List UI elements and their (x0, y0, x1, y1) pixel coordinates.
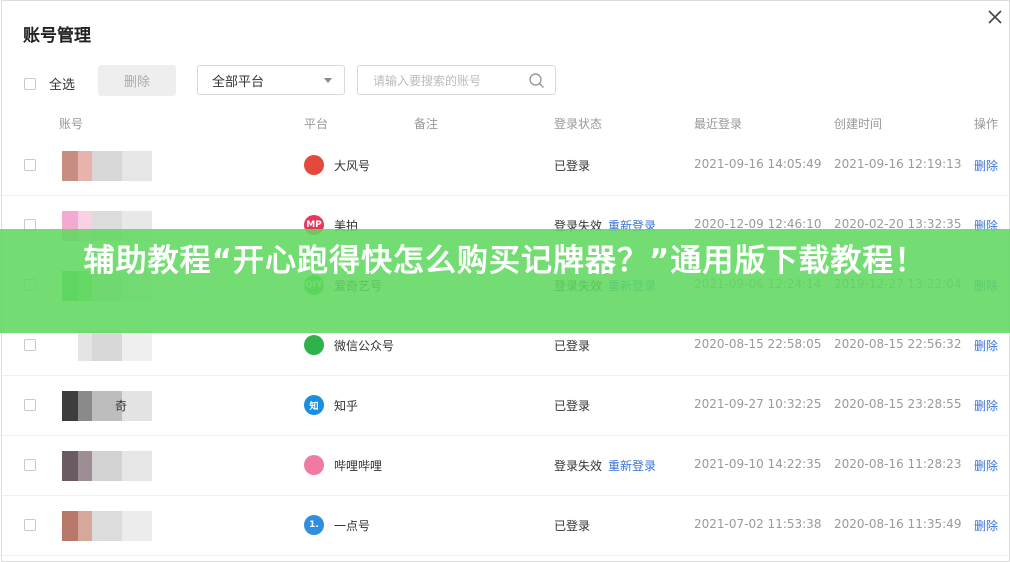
last-login-time: 2021-09-16 14:05:49 (694, 157, 822, 171)
page-title: 账号管理 (23, 26, 91, 46)
header-platform: 平台 (304, 117, 329, 131)
row-checkbox[interactable] (24, 399, 36, 411)
wechat-icon (304, 335, 324, 355)
last-login-time: 2021-09-10 14:22:35 (694, 457, 822, 471)
search-icon[interactable] (528, 72, 545, 89)
overlay-banner-text: 辅助教程“开心跑得快怎么购买记牌器？”通用版下载教程！ (83, 243, 927, 279)
platform-name: 微信公众号 (334, 339, 395, 353)
avatar (62, 151, 152, 181)
row-checkbox[interactable] (24, 459, 36, 471)
login-status: 登录失效 (554, 459, 603, 473)
fengniao-icon (304, 155, 324, 175)
created-time: 2020-08-15 23:28:55 (834, 397, 962, 411)
table-row: 奇 知知乎 已登录 2021-09-27 10:32:25 2020-08-15 23:… (2, 375, 1009, 436)
avatar (62, 331, 152, 361)
avatar-pixel (92, 331, 122, 361)
avatar-pixel (92, 451, 122, 481)
platform-name: 哔哩哔哩 (334, 459, 383, 473)
checkbox-box[interactable] (24, 77, 36, 90)
relogin-link[interactable]: 重新登录 (608, 457, 656, 474)
table-row: 哔哩哔哩 登录失效 重新登录 2021-09-10 14:22:35 2020-08-1… (2, 435, 1009, 496)
zhihu-icon: 知 (304, 395, 324, 415)
login-status: 已登录 (554, 519, 591, 533)
login-status: 已登录 (554, 159, 591, 173)
yidian-icon: 1. (304, 515, 324, 535)
login-status: 已登录 (554, 339, 591, 353)
header-action: 操作 (974, 117, 999, 131)
avatar (62, 391, 152, 421)
delete-link[interactable]: 删除 (974, 457, 998, 474)
avatar-pixel (92, 151, 122, 181)
last-login-time: 2021-07-02 11:53:38 (694, 517, 822, 531)
bulk-delete-button[interactable]: 删除 (98, 65, 176, 96)
avatar-pixel (122, 331, 152, 361)
account-name: 奇 (115, 399, 128, 413)
created-time: 2020-08-16 11:35:49 (834, 517, 962, 531)
avatar-pixel (78, 331, 92, 361)
row-checkbox[interactable] (24, 339, 36, 351)
created-time: 2021-09-16 12:19:13 (834, 157, 962, 171)
select-all-label: 全选 (49, 78, 76, 93)
delete-link[interactable]: 删除 (974, 397, 998, 414)
close-icon (988, 10, 1002, 24)
account-search-box (357, 65, 556, 95)
overlay-banner: 辅助教程“开心跑得快怎么购买记牌器？”通用版下载教程！ (0, 229, 1010, 333)
avatar-pixel (78, 451, 92, 481)
avatar (62, 511, 152, 541)
platform-filter-value: 全部平台 (212, 74, 265, 90)
delete-link[interactable]: 删除 (974, 517, 998, 534)
header-created: 创建时间 (834, 117, 883, 131)
table-row: 大风号 已登录 2021-09-16 14:05:49 2021-09-16 12:1… (2, 135, 1009, 196)
table-row: 1. 一点号 已登录 2021-07-02 11:53:38 2020-08-16 11… (2, 495, 1009, 556)
platform-name: 大风号 (334, 159, 371, 173)
search-input[interactable] (371, 73, 525, 89)
last-login-time: 2021-09-27 10:32:25 (694, 397, 822, 411)
last-login-time: 2020-08-15 22:58:05 (694, 337, 822, 351)
close-button[interactable] (987, 9, 1003, 25)
avatar-pixel (62, 331, 78, 361)
created-time: 2020-08-16 11:28:23 (834, 457, 962, 471)
table-header: 账号 平台 备注 登录状态 最近登录 创建时间 操作 (2, 113, 1009, 133)
delete-link[interactable]: 删除 (974, 157, 998, 174)
platform-filter-select[interactable]: 全部平台 (197, 65, 345, 95)
header-account: 账号 (59, 117, 84, 131)
avatar-pixel (62, 511, 78, 541)
avatar-pixel (78, 391, 92, 421)
avatar-pixel (122, 451, 152, 481)
avatar-pixel (122, 151, 152, 181)
avatar-pixel (62, 151, 78, 181)
header-status: 登录状态 (554, 117, 603, 131)
row-checkbox[interactable] (24, 519, 36, 531)
toolbar: 全选 删除 全部平台 (2, 65, 1009, 97)
avatar-pixel (62, 451, 78, 481)
avatar (62, 451, 152, 481)
header-remark: 备注 (414, 117, 439, 131)
platform-name: 一点号 (334, 519, 371, 533)
bilibili-icon (304, 455, 324, 475)
delete-link[interactable]: 删除 (974, 337, 998, 354)
avatar-pixel (78, 151, 92, 181)
avatar-pixel (92, 511, 122, 541)
header-last-login: 最近登录 (694, 117, 743, 131)
avatar-pixel (122, 511, 152, 541)
platform-name: 知乎 (334, 399, 359, 413)
avatar-pixel (78, 511, 92, 541)
avatar-pixel (62, 391, 78, 421)
created-time: 2020-08-15 22:56:32 (834, 337, 962, 351)
login-status: 已登录 (554, 399, 591, 413)
select-all-checkbox[interactable]: 全选 (24, 74, 75, 93)
caret-down-icon (324, 78, 332, 83)
row-checkbox[interactable] (24, 159, 36, 171)
